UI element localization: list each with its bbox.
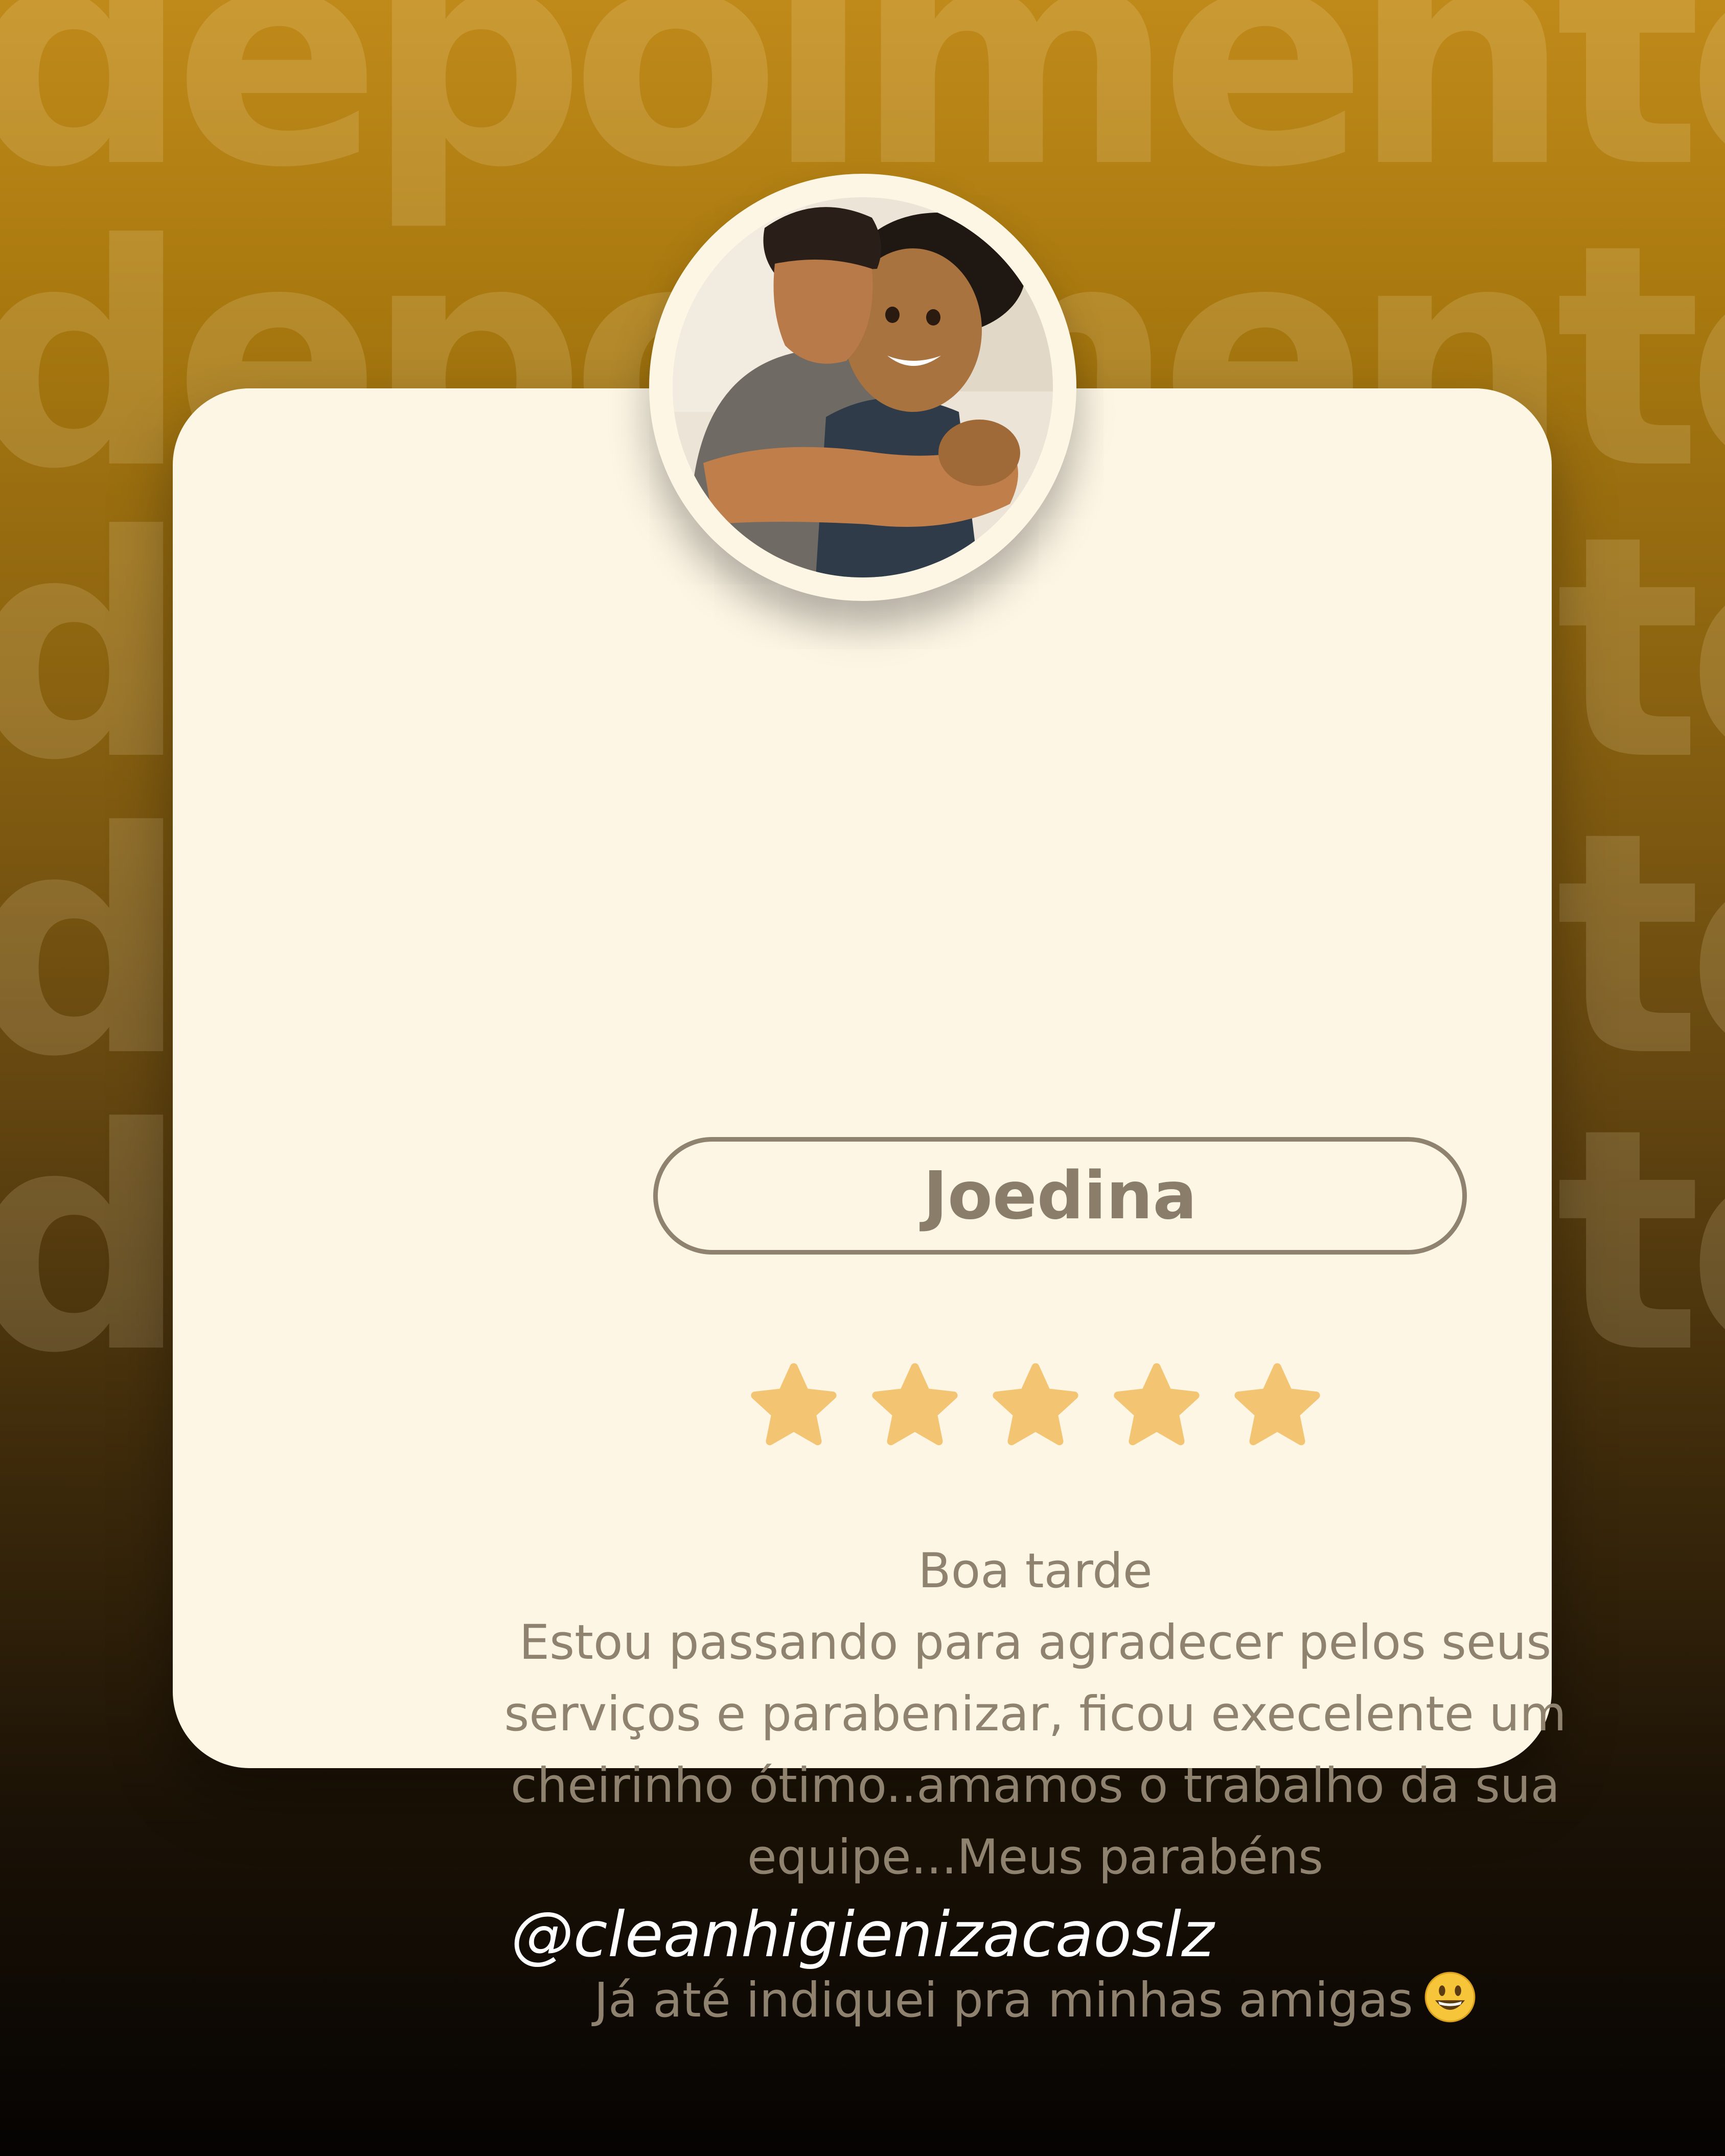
testimonial-post: depoimento depoimento depoimento depoime… xyxy=(0,0,1725,2156)
avatar xyxy=(649,174,1076,601)
star-icon xyxy=(1113,1363,1200,1446)
review-line: serviços e parabenizar, ficou execelente… xyxy=(504,1686,1567,1742)
review-footer-text: Já até indiquei pra minhas amigas xyxy=(594,1973,1413,2028)
review-footer-line: Já até indiquei pra minhas amigas xyxy=(439,1965,1632,2036)
star-rating xyxy=(745,1359,1326,1456)
star-icon xyxy=(993,1363,1078,1446)
star-icon xyxy=(1234,1363,1320,1446)
review-line: Boa tarde xyxy=(918,1543,1153,1599)
customer-name: Joedina xyxy=(923,1157,1197,1234)
instagram-handle: @cleanhigienizacaoslz xyxy=(511,1898,1214,1971)
review-line: Estou passando para agradecer pelos seus xyxy=(519,1615,1552,1671)
review-line: cheirinho ótimo..amamos o trabalho da su… xyxy=(510,1758,1560,1814)
star-icon xyxy=(751,1363,837,1446)
grinning-face-emoji-icon xyxy=(1424,1972,1476,2023)
review-line: equipe...Meus parabéns xyxy=(747,1829,1324,1885)
name-badge: Joedina xyxy=(653,1137,1467,1255)
testimonial-card: Joedina Boa tarde Estou passando para ag… xyxy=(173,174,1567,2028)
couple-photo-icon xyxy=(673,197,1053,577)
star-icon xyxy=(871,1363,958,1446)
